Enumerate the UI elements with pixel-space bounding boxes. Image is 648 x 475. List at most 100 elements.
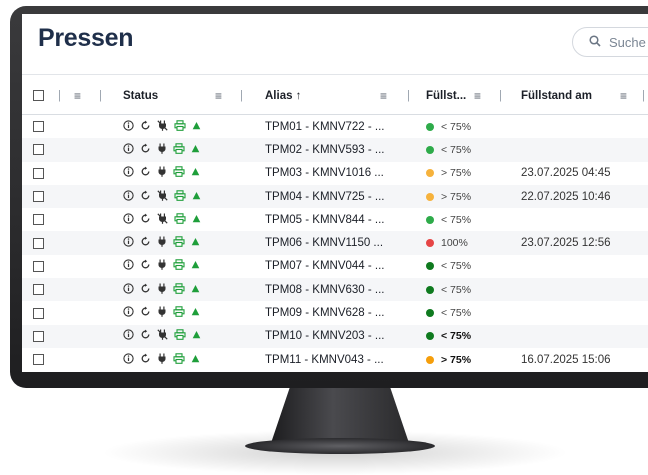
column-header-status[interactable]: Status: [123, 78, 158, 114]
refresh-icon[interactable]: [140, 190, 151, 204]
row-checkbox[interactable]: [33, 191, 44, 203]
refresh-icon[interactable]: [140, 166, 151, 180]
column-header-alias[interactable]: Alias ↑: [265, 78, 301, 114]
search-input[interactable]: Suche: [572, 27, 648, 57]
printer-icon: [173, 306, 185, 320]
fill-cell: < 75%: [426, 138, 471, 161]
level-triangle-icon: [191, 284, 200, 296]
level-triangle-icon: [191, 167, 200, 179]
fill-column-menu-icon[interactable]: ≡: [474, 78, 481, 114]
row-checkbox-cell: [33, 162, 44, 185]
refresh-icon[interactable]: [140, 283, 151, 297]
fill-value: > 75%: [441, 190, 472, 203]
plug-off-icon: [157, 120, 168, 134]
column-menu-icon[interactable]: ≡: [74, 78, 81, 114]
fill-status-dot: [426, 285, 434, 294]
level-triangle-icon: [192, 330, 201, 342]
alias-cell: TPM03 - KMNV1016 ...: [265, 167, 384, 180]
fill-cell: > 75%: [426, 348, 471, 371]
row-checkbox[interactable]: [33, 144, 44, 156]
level-triangle-icon: [191, 237, 200, 249]
status-column-menu-icon[interactable]: ≡: [215, 78, 222, 114]
fill-cell: < 75%: [426, 325, 471, 348]
fill-value: 100%: [441, 237, 468, 250]
header-divider: [22, 74, 648, 75]
fill-status-dot: [426, 262, 434, 271]
info-icon[interactable]: [123, 283, 134, 297]
info-icon[interactable]: [123, 143, 134, 157]
column-header-fill[interactable]: Füllst...: [426, 78, 466, 114]
table-row[interactable]: TPM06 - KMNV1150 ... 100% 23.07.2025 12:…: [22, 231, 648, 255]
row-checkbox[interactable]: [33, 121, 44, 133]
table-row[interactable]: TPM03 - KMNV1016 ... > 75% 23.07.2025 04…: [22, 162, 648, 185]
refresh-icon[interactable]: [140, 329, 151, 343]
refresh-icon[interactable]: [140, 213, 151, 227]
table-row[interactable]: TPM11 - KMNV043 - ... > 75% 16.07.2025 1…: [22, 348, 648, 371]
info-icon[interactable]: [123, 236, 134, 250]
alias-cell: TPM04 - KMNV725 - ...: [265, 190, 385, 203]
refresh-icon[interactable]: [140, 120, 151, 134]
column-separator: |: [99, 90, 102, 102]
level-triangle-icon: [191, 260, 200, 272]
alias-cell: TPM07 - KMNV044 - ...: [265, 260, 385, 273]
refresh-icon[interactable]: [140, 236, 151, 250]
column-separator: |: [499, 90, 502, 102]
refresh-icon[interactable]: [140, 259, 151, 273]
alias-cell: TPM10 - KMNV203 - ...: [265, 330, 385, 343]
alias-column-menu-icon[interactable]: ≡: [380, 78, 387, 114]
plug-icon: [157, 259, 167, 273]
table-row[interactable]: TPM07 - KMNV044 - ... < 75%: [22, 255, 648, 278]
level-triangle-icon: [192, 191, 201, 203]
row-checkbox[interactable]: [33, 260, 44, 272]
printer-icon: [174, 189, 186, 204]
table-header: | ≡ | Status ≡ | Alias ↑ ≡ | Füllst... ≡…: [22, 78, 648, 114]
plug-off-icon: [157, 189, 168, 204]
refresh-icon[interactable]: [140, 143, 151, 157]
select-all-checkbox[interactable]: [33, 90, 44, 101]
column-header-fill-date[interactable]: Füllstand am: [521, 78, 592, 114]
fill-status-dot: [426, 122, 434, 131]
level-triangle-icon: [191, 144, 200, 156]
row-checkbox[interactable]: [33, 237, 44, 249]
row-checkbox[interactable]: [33, 330, 44, 342]
fill-value: < 75%: [441, 330, 472, 343]
info-icon[interactable]: [123, 329, 134, 343]
fill-date-column-menu-icon[interactable]: ≡: [620, 78, 627, 114]
printer-icon: [173, 259, 185, 273]
table-row[interactable]: TPM08 - KMNV630 - ... < 75%: [22, 278, 648, 302]
info-icon[interactable]: [123, 352, 134, 367]
fill-date-cell: 22.07.2025 10:46: [521, 190, 611, 203]
info-icon[interactable]: [123, 306, 134, 320]
info-icon[interactable]: [123, 213, 134, 227]
row-checkbox[interactable]: [33, 354, 44, 366]
refresh-icon[interactable]: [140, 306, 151, 320]
info-icon[interactable]: [123, 259, 134, 273]
table-row[interactable]: TPM02 - KMNV593 - ... < 75%: [22, 138, 648, 162]
table-row[interactable]: TPM10 - KMNV203 - ... < 75%: [22, 324, 648, 348]
table-row[interactable]: TPM04 - KMNV725 - ... > 75% 22.07.2025 1…: [22, 184, 648, 209]
info-icon[interactable]: [123, 189, 134, 204]
fill-value: > 75%: [441, 167, 472, 180]
row-checkbox[interactable]: [33, 167, 44, 179]
table-row[interactable]: TPM09 - KMNV628 - ... < 75%: [22, 301, 648, 324]
info-icon[interactable]: [123, 119, 134, 134]
status-icons: [123, 325, 201, 348]
plug-off-icon: [157, 329, 168, 343]
status-icons: [123, 162, 200, 185]
table-row[interactable]: TPM05 - KMNV844 - ... < 75%: [22, 208, 648, 231]
row-checkbox[interactable]: [33, 214, 44, 226]
row-checkbox[interactable]: [33, 307, 44, 319]
printer-icon: [173, 143, 185, 157]
row-checkbox-cell: [33, 278, 44, 301]
fill-value: < 75%: [441, 120, 472, 133]
fill-status-dot: [426, 355, 434, 364]
level-triangle-icon: [191, 307, 200, 319]
row-checkbox[interactable]: [33, 284, 44, 296]
info-icon[interactable]: [123, 166, 134, 180]
search-placeholder: Suche: [609, 34, 646, 50]
column-separator: |: [407, 90, 410, 102]
status-icons: [123, 301, 200, 324]
plug-icon: [157, 353, 167, 367]
table-row[interactable]: TPM01 - KMNV722 - ... < 75%: [22, 115, 648, 138]
refresh-icon[interactable]: [140, 353, 151, 367]
